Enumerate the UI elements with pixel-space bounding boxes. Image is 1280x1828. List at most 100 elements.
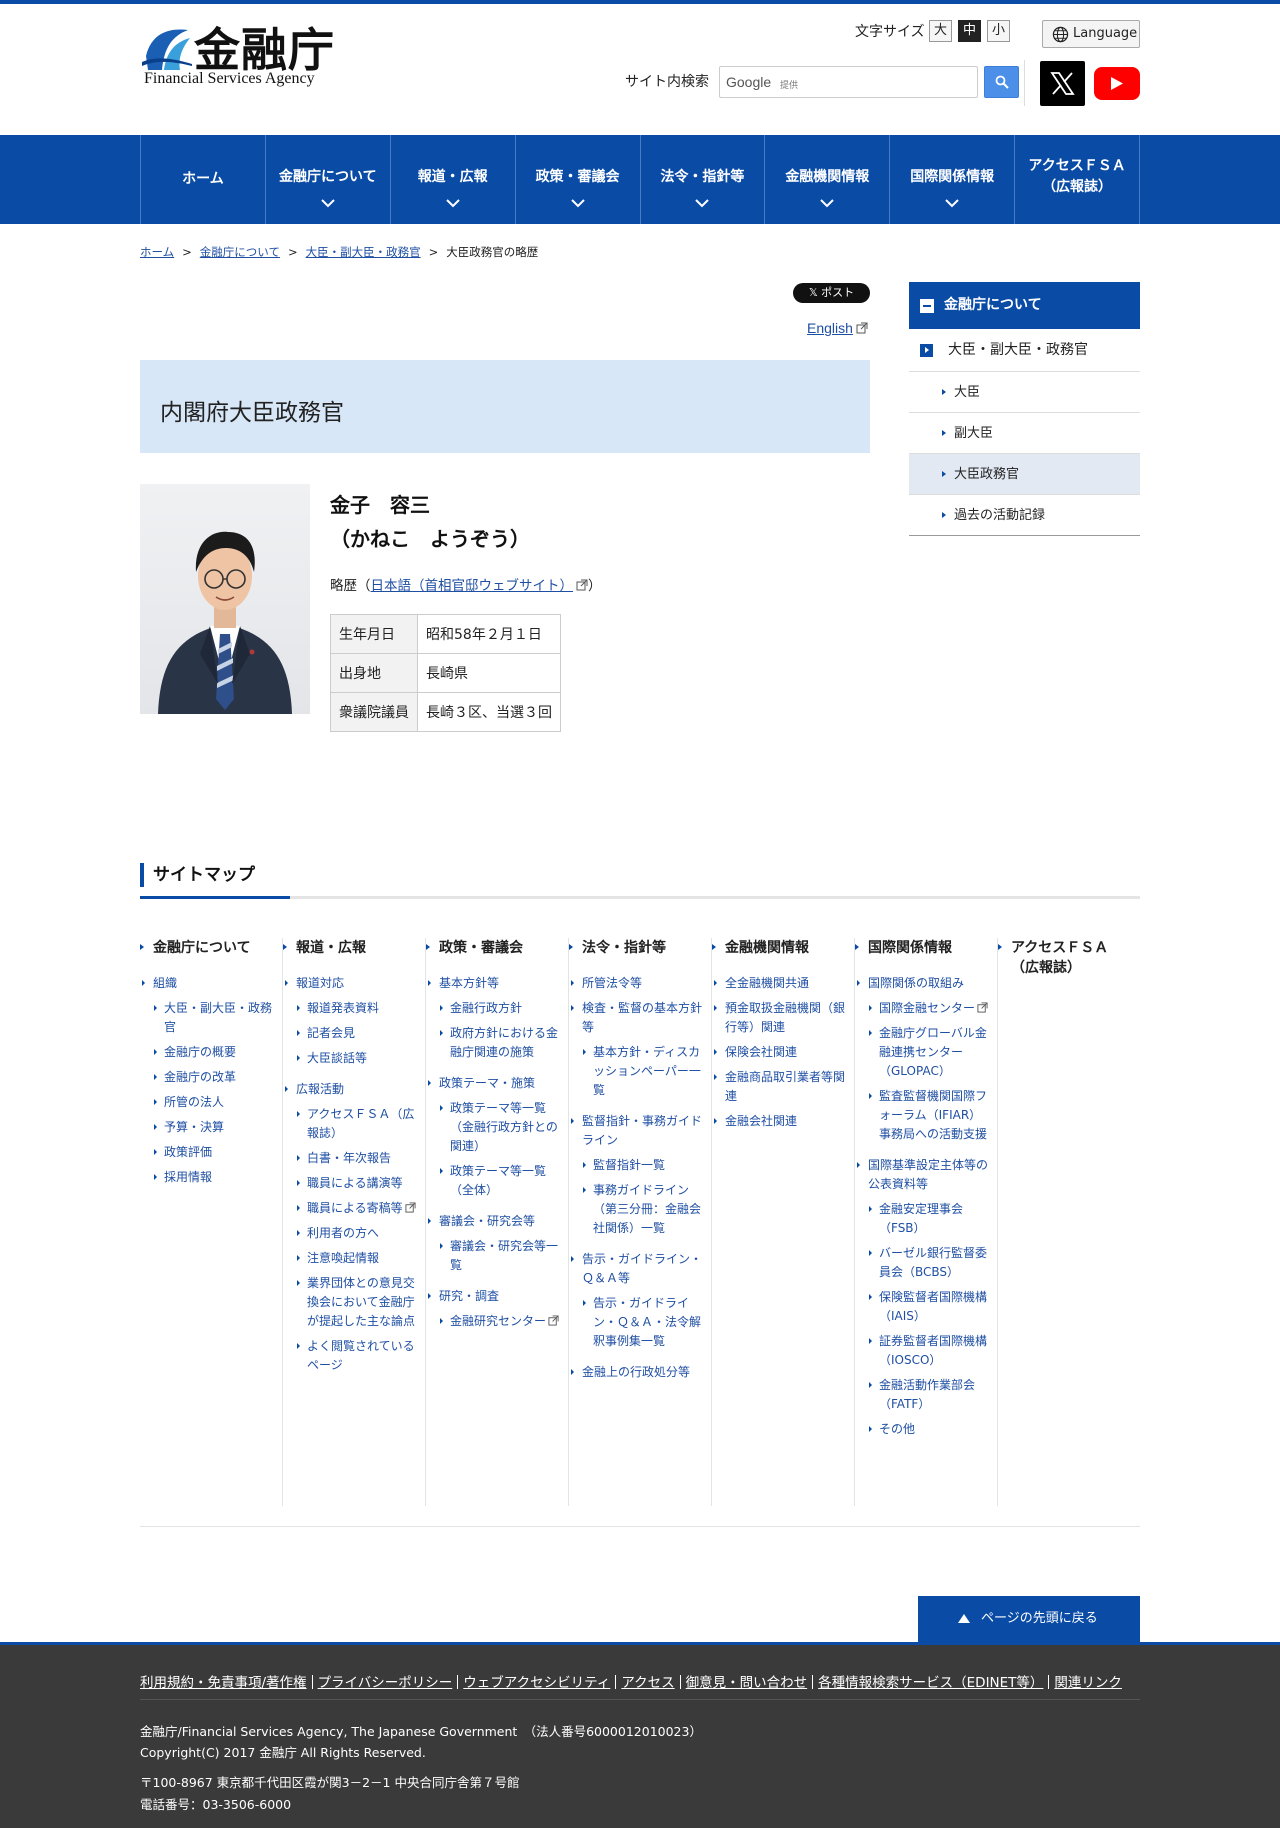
sitemap-link[interactable]: バーゼル銀行監督委員会（BCBS） — [867, 1244, 989, 1282]
sitemap-link[interactable]: 審議会・研究会等 — [426, 1212, 562, 1231]
sitemap-link[interactable]: 利用者の方へ — [295, 1224, 417, 1243]
sitemap-link[interactable]: 注意喚起情報 — [295, 1249, 417, 1268]
nav-about[interactable]: 金融庁について — [266, 135, 391, 224]
sitemap-link[interactable]: 全金融機関共通 — [712, 974, 848, 993]
nav-laws[interactable]: 法令・指針等 — [641, 135, 766, 224]
sitemap-link[interactable]: 金融庁グローバル金融連携センター（GLOPAC） — [867, 1024, 989, 1081]
sitemap-link[interactable]: 国際金融センター — [867, 999, 989, 1018]
sitemap-link[interactable]: 監督指針一覧 — [581, 1156, 703, 1175]
sitemap-link[interactable]: 保険監督者国際機構（IAIS） — [867, 1288, 989, 1326]
sitemap-link[interactable]: アクセスＦＳＡ（広報誌） — [295, 1105, 417, 1143]
sitemap-link[interactable]: 大臣・副大臣・政務官 — [152, 999, 274, 1037]
sitemap-link[interactable]: 告示・ガイドライン・Ｑ＆Ａ・法令解釈事例集一覧 — [581, 1294, 703, 1351]
side-nav-minister[interactable]: 大臣 — [909, 372, 1140, 413]
sitemap-link[interactable]: 監査監督機関国際フォーラム（IFIAR）事務局への活動支援 — [867, 1087, 989, 1144]
sitemap-link[interactable]: 金融庁の概要 — [152, 1043, 274, 1062]
footer-link[interactable]: プライバシーポリシー — [318, 1675, 453, 1691]
x-social-link[interactable] — [1040, 61, 1085, 106]
sitemap-link[interactable]: 証券監督者国際機構（IOSCO） — [867, 1332, 989, 1370]
sitemap-link[interactable]: 金融行政方針 — [438, 999, 560, 1018]
font-size-medium-button[interactable]: 中 — [958, 20, 981, 42]
footer-link[interactable]: 御意見・問い合わせ — [686, 1675, 808, 1691]
sitemap-link[interactable]: 政策テーマ等一覧（全体） — [438, 1162, 560, 1200]
search-input[interactable]: Google 提供 — [719, 66, 978, 98]
sitemap-link[interactable]: 国際基準設定主体等の公表資料等 — [855, 1156, 991, 1194]
career-kantei-link[interactable]: 日本語（首相官邸ウェブサイト） — [371, 578, 574, 594]
footer-link[interactable]: ウェブアクセシビリティ — [463, 1675, 610, 1691]
fsa-logo[interactable]: 金融庁 Financial Services Agency — [140, 22, 340, 92]
sitemap-link[interactable]: 報道発表資料 — [295, 999, 417, 1018]
sitemap-link[interactable]: 業界団体との意見交換会において金融庁が提起した主な論点 — [295, 1274, 417, 1331]
nav-home[interactable]: ホーム — [141, 135, 266, 224]
sitemap-link[interactable]: 金融庁の改革 — [152, 1068, 274, 1087]
sitemap-link[interactable]: 政策評価 — [152, 1143, 274, 1162]
nav-institutions[interactable]: 金融機関情報 — [765, 135, 891, 224]
sitemap-link[interactable]: 保険会社関連 — [712, 1043, 848, 1062]
nav-access-fsa[interactable]: アクセスＦＳＡ （広報誌） — [1015, 135, 1140, 224]
sitemap-link[interactable]: 監督指針・事務ガイドライン — [569, 1112, 705, 1150]
sitemap-column-head[interactable]: 政策・審議会 — [426, 938, 562, 958]
sitemap-link[interactable]: 事務ガイドライン（第三分冊：金融会社関係）一覧 — [581, 1181, 703, 1238]
sitemap-link[interactable]: 金融上の行政処分等 — [569, 1363, 705, 1382]
sitemap-link[interactable]: 政策テーマ等一覧（金融行政方針との関連） — [438, 1099, 560, 1156]
sitemap-link[interactable]: 広報活動 — [283, 1080, 419, 1099]
sitemap-link[interactable]: 研究・調査 — [426, 1287, 562, 1306]
font-size-large-button[interactable]: 大 — [929, 20, 952, 42]
sitemap-link[interactable]: 白書・年次報告 — [295, 1149, 417, 1168]
sitemap-link[interactable]: 金融安定理事会（FSB） — [867, 1200, 989, 1238]
x-post-button[interactable]: 𝕏 ポスト — [793, 283, 870, 303]
sitemap-link[interactable]: 予算・決算 — [152, 1118, 274, 1137]
sitemap-link[interactable]: 金融活動作業部会（FATF） — [867, 1376, 989, 1414]
nav-press[interactable]: 報道・広報 — [391, 135, 516, 224]
sitemap-link[interactable]: 報道対応 — [283, 974, 419, 993]
side-nav-vice-minister[interactable]: 副大臣 — [909, 413, 1140, 454]
sitemap-link[interactable]: 大臣談話等 — [295, 1049, 417, 1068]
sitemap-link[interactable]: 基本方針・ディスカッションペーパー一覧 — [581, 1043, 703, 1100]
breadcrumb-about[interactable]: 金融庁について — [200, 245, 280, 259]
sitemap-link[interactable]: 採用情報 — [152, 1168, 274, 1187]
side-nav-head[interactable]: 金融庁について — [909, 282, 1140, 329]
breadcrumb-ministers[interactable]: 大臣・副大臣・政務官 — [306, 245, 421, 259]
sitemap-link[interactable]: 基本方針等 — [426, 974, 562, 993]
sitemap-link[interactable]: 組織 — [140, 974, 276, 993]
sitemap-link[interactable]: 預金取扱金融機関（銀行等）関連 — [712, 999, 848, 1037]
sitemap-link[interactable]: よく閲覧されているページ — [295, 1337, 417, 1375]
sitemap-link[interactable]: 所管法令等 — [569, 974, 705, 993]
footer-link[interactable]: 利用規約・免責事項/著作権 — [140, 1675, 307, 1691]
sitemap-column-head[interactable]: 金融機関情報 — [712, 938, 848, 958]
sitemap-link[interactable]: 政府方針における金融庁関連の施策 — [438, 1024, 560, 1062]
font-size-small-button[interactable]: 小 — [987, 20, 1010, 42]
side-nav-past-activities[interactable]: 過去の活動記録 — [909, 495, 1140, 536]
nav-policy[interactable]: 政策・審議会 — [516, 135, 641, 224]
sitemap-link[interactable]: 国際関係の取組み — [855, 974, 991, 993]
language-button[interactable]: Language — [1042, 20, 1140, 48]
sitemap-link[interactable]: 政策テーマ・施策 — [426, 1074, 562, 1093]
sitemap-column-head[interactable]: アクセスＦＳＡ（広報誌） — [998, 938, 1135, 978]
sitemap-link[interactable]: 検査・監督の基本方針等 — [569, 999, 705, 1037]
sitemap-link[interactable]: 金融商品取引業者等関連 — [712, 1068, 848, 1106]
sitemap-link[interactable]: 審議会・研究会等一覧 — [438, 1237, 560, 1275]
english-page-link[interactable]: English — [807, 320, 868, 336]
sitemap-link[interactable]: 告示・ガイドライン・Ｑ＆Ａ等 — [569, 1250, 705, 1288]
footer-link[interactable]: アクセス — [621, 1675, 674, 1691]
back-to-top-button[interactable]: ページの先頭に戻る — [918, 1596, 1140, 1642]
sitemap-column-head[interactable]: 国際関係情報 — [855, 938, 991, 958]
sitemap-link[interactable]: 金融研究センター — [438, 1312, 560, 1331]
sitemap-link[interactable]: 職員による講演等 — [295, 1174, 417, 1193]
nav-international[interactable]: 国際関係情報 — [890, 135, 1016, 224]
sitemap-column-head[interactable]: 法令・指針等 — [569, 938, 705, 958]
sitemap-link[interactable]: 所管の法人 — [152, 1093, 274, 1112]
sitemap-link[interactable]: その他 — [867, 1420, 989, 1439]
sitemap-link[interactable]: 記者会見 — [295, 1024, 417, 1043]
search-button[interactable] — [984, 66, 1019, 98]
side-nav-parliamentary-secretary[interactable]: 大臣政務官 — [909, 454, 1140, 495]
sitemap-column-head[interactable]: 報道・広報 — [283, 938, 419, 958]
sitemap-column-head[interactable]: 金融庁について — [140, 938, 276, 958]
footer-link[interactable]: 関連リンク — [1054, 1675, 1122, 1691]
side-nav-ministers[interactable]: 大臣・副大臣・政務官 — [909, 329, 1140, 372]
breadcrumb-home[interactable]: ホーム — [140, 245, 174, 259]
footer-link[interactable]: 各種情報検索サービス（EDINET等） — [818, 1675, 1043, 1691]
sitemap-link[interactable]: 職員による寄稿等 — [295, 1199, 417, 1218]
youtube-social-link[interactable] — [1094, 67, 1140, 100]
sitemap-link[interactable]: 金融会社関連 — [712, 1112, 848, 1131]
